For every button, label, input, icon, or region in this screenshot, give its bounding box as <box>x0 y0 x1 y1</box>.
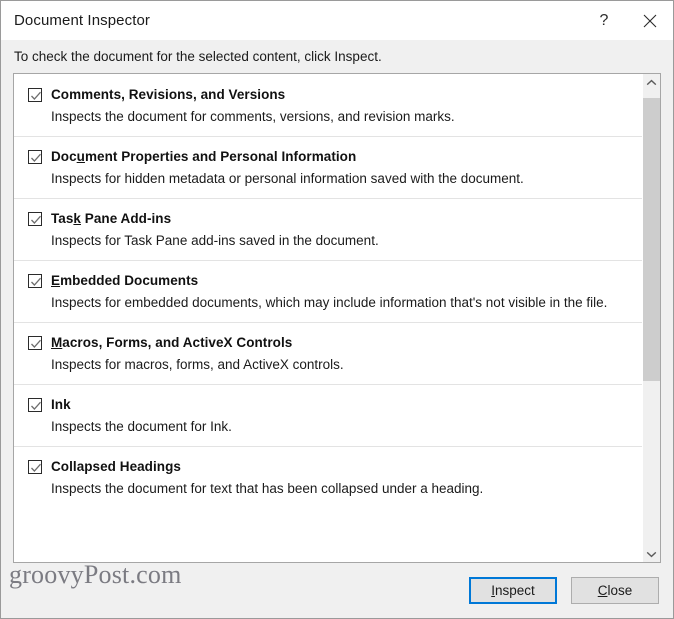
list-item[interactable]: Ink Inspects the document for Ink. <box>14 384 642 446</box>
list-item[interactable]: Collapsed Headings Inspects the document… <box>14 446 642 508</box>
list-item-title: Task Pane Add-ins <box>51 211 172 226</box>
list-item-title: Comments, Revisions, and Versions <box>51 87 286 102</box>
checkmark-icon <box>31 215 41 224</box>
inspector-list: Comments, Revisions, and Versions Inspec… <box>14 74 642 562</box>
list-item-header: Embedded Documents <box>28 273 628 288</box>
list-item-header: Document Properties and Personal Informa… <box>28 149 628 164</box>
instruction-text: To check the document for the selected c… <box>1 40 673 73</box>
list-item-title: Collapsed Headings <box>51 459 181 474</box>
question-mark-icon: ? <box>599 11 609 29</box>
checkmark-icon <box>31 339 41 348</box>
scrollbar-track[interactable] <box>643 91 660 545</box>
close-button-label: Close <box>597 583 633 598</box>
list-item-title: Embedded Documents <box>51 273 199 288</box>
checkbox-ink[interactable] <box>28 397 42 412</box>
inspector-list-box: Comments, Revisions, and Versions Inspec… <box>13 73 661 563</box>
inspect-button[interactable]: Inspect <box>469 577 557 604</box>
document-inspector-dialog: Document Inspector ? To check the docume… <box>0 0 674 619</box>
list-item-description: Inspects the document for text that has … <box>51 481 484 496</box>
chevron-up-icon <box>646 74 657 92</box>
checkmark-icon <box>31 91 41 100</box>
window-title: Document Inspector <box>14 12 151 29</box>
list-item-description: Inspects for Task Pane add-ins saved in … <box>51 233 379 248</box>
list-item-description: Inspects for embedded documents, which m… <box>51 295 608 310</box>
list-item-title: Macros, Forms, and ActiveX Controls <box>51 335 293 350</box>
vertical-scrollbar[interactable] <box>642 74 660 562</box>
close-dialog-button[interactable]: Close <box>571 577 659 604</box>
checkbox-collapsed-headings[interactable] <box>28 459 42 474</box>
title-bar-buttons: ? <box>581 1 673 40</box>
list-item-header: Ink <box>28 397 628 412</box>
chevron-down-icon <box>646 545 657 563</box>
checkmark-icon <box>31 277 41 286</box>
title-bar: Document Inspector ? <box>1 1 673 40</box>
list-item-title: Document Properties and Personal Informa… <box>51 149 357 164</box>
checkmark-icon <box>31 463 41 472</box>
list-item[interactable]: Embedded Documents Inspects for embedded… <box>14 260 642 322</box>
checkbox-comments-revisions-versions[interactable] <box>28 87 42 102</box>
help-button[interactable]: ? <box>581 1 627 40</box>
scrollbar-thumb[interactable] <box>643 98 660 381</box>
inspect-button-label: Inspect <box>491 583 535 598</box>
list-item-description: Inspects for hidden metadata or personal… <box>51 171 524 186</box>
checkmark-icon <box>31 401 41 410</box>
list-item-header: Comments, Revisions, and Versions <box>28 87 628 102</box>
checkbox-embedded-documents[interactable] <box>28 273 42 288</box>
dialog-footer: Inspect Close <box>1 563 673 618</box>
checkbox-task-pane-add-ins[interactable] <box>28 211 42 226</box>
list-item-header: Macros, Forms, and ActiveX Controls <box>28 335 628 350</box>
scroll-up-button[interactable] <box>643 74 660 91</box>
list-item[interactable]: Document Properties and Personal Informa… <box>14 136 642 198</box>
checkmark-icon <box>31 153 41 162</box>
list-item-description: Inspects for macros, forms, and ActiveX … <box>51 357 344 372</box>
list-item-header: Task Pane Add-ins <box>28 211 628 226</box>
list-item-description: Inspects the document for comments, vers… <box>51 109 455 124</box>
scroll-down-button[interactable] <box>643 545 660 562</box>
list-item-header: Collapsed Headings <box>28 459 628 474</box>
checkbox-document-properties-personal-information[interactable] <box>28 149 42 164</box>
list-item[interactable]: Task Pane Add-ins Inspects for Task Pane… <box>14 198 642 260</box>
list-item-title: Ink <box>51 397 71 412</box>
list-item[interactable]: Macros, Forms, and ActiveX Controls Insp… <box>14 322 642 384</box>
list-item-description: Inspects the document for Ink. <box>51 419 232 434</box>
close-button[interactable] <box>627 1 673 40</box>
checkbox-macros-forms-activex-controls[interactable] <box>28 335 42 350</box>
list-item[interactable]: Comments, Revisions, and Versions Inspec… <box>14 74 642 136</box>
close-x-icon <box>643 14 657 28</box>
